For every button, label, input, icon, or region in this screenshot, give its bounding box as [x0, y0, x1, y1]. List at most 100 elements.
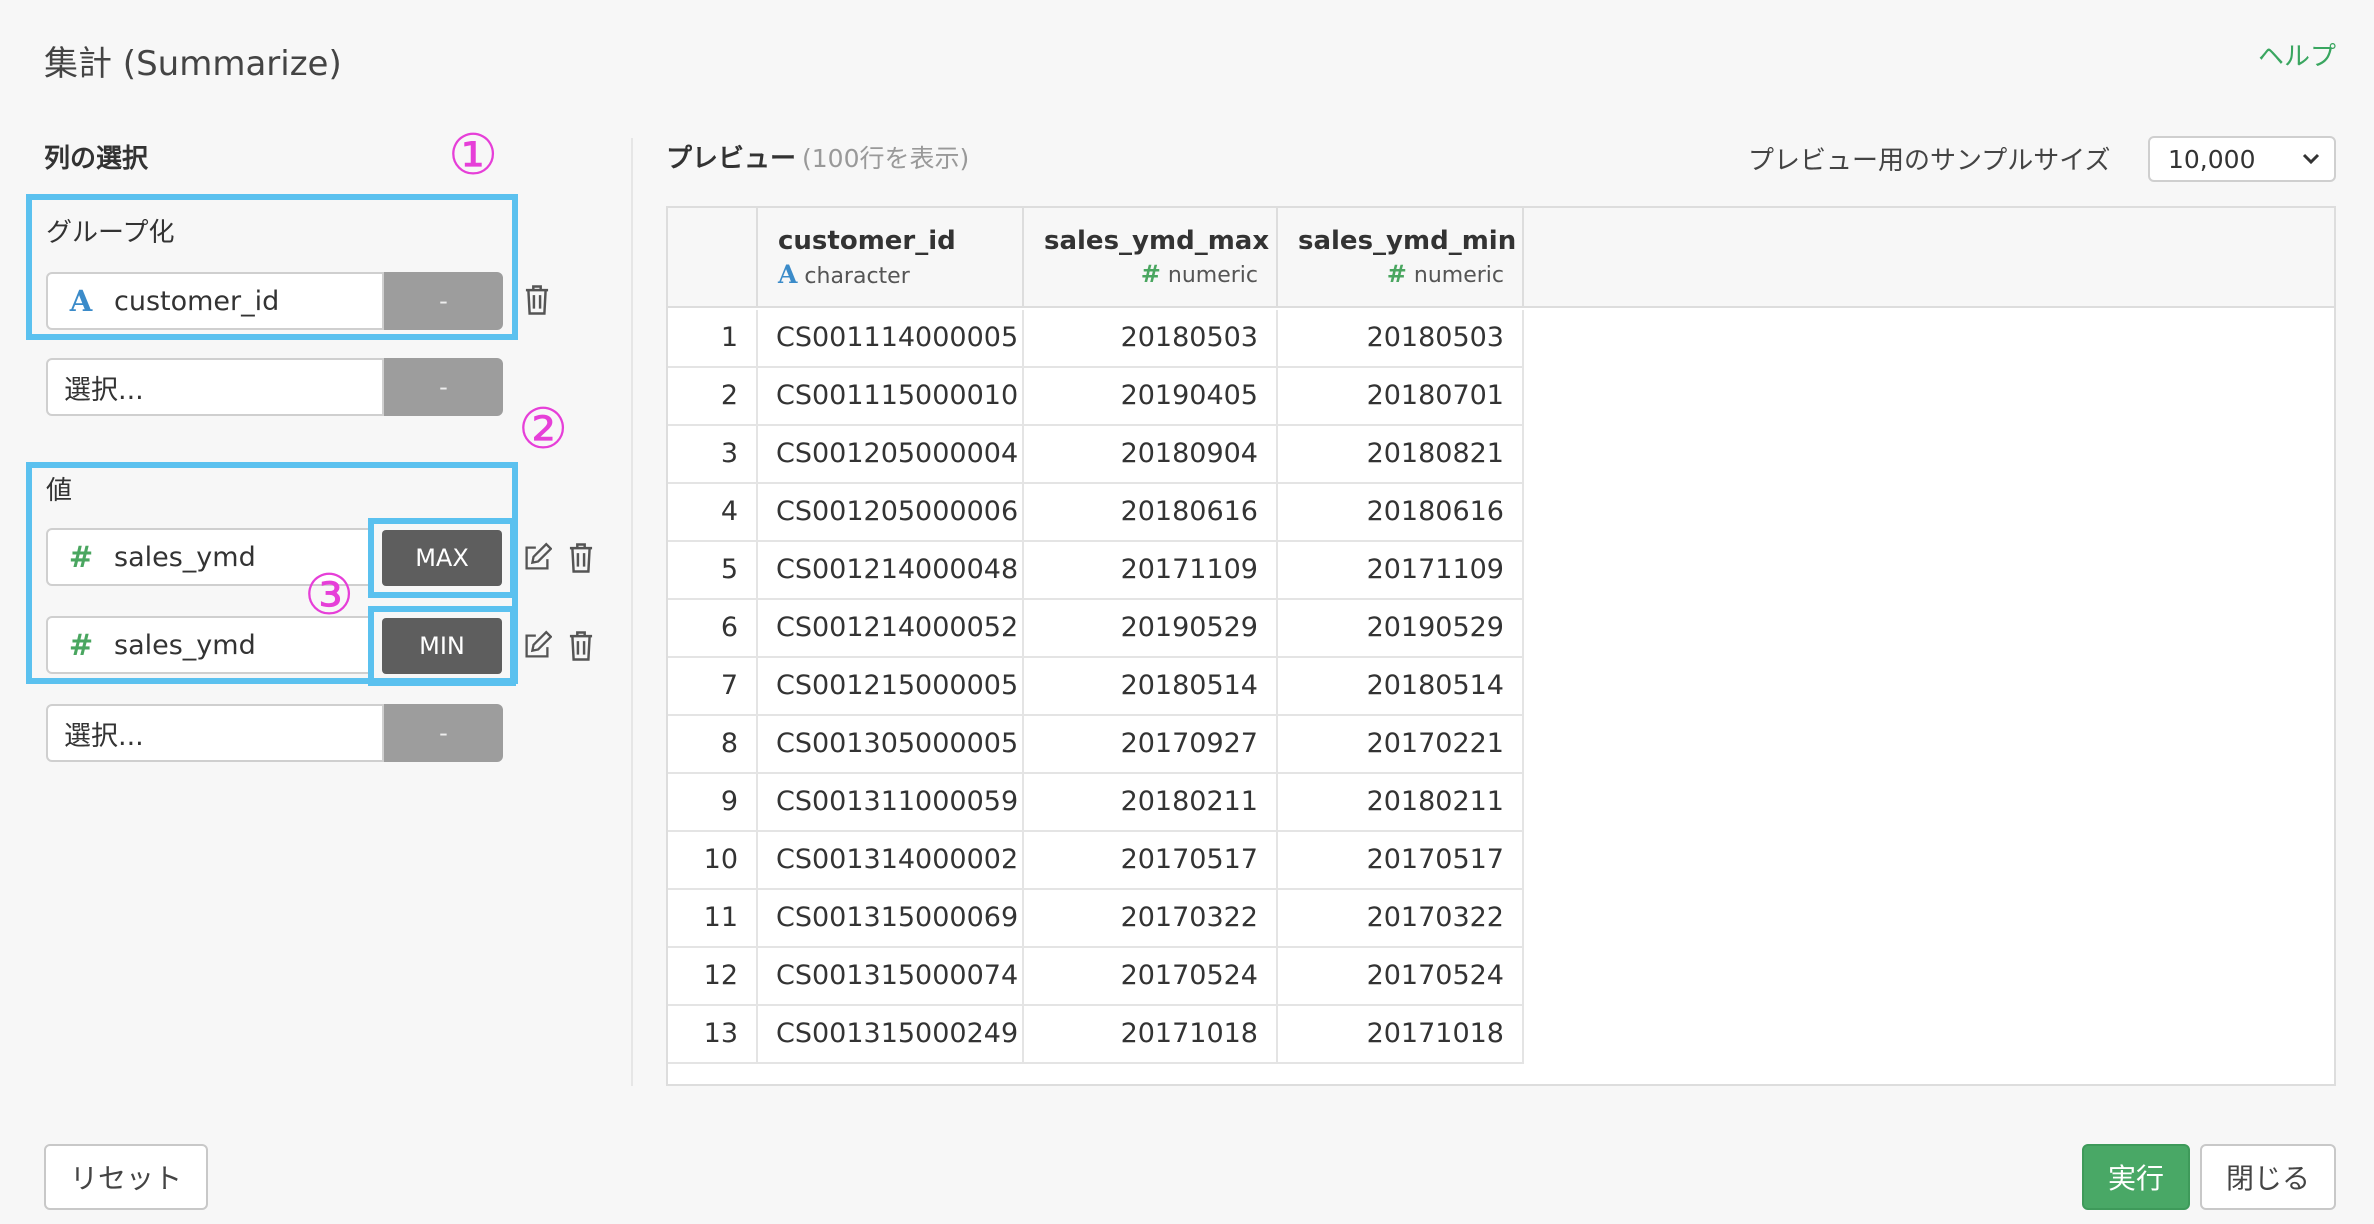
column-type-text: numeric: [1167, 263, 1258, 288]
table-row: 12 CS001315000074 20170524 20170524: [668, 948, 2334, 1006]
table-cell: CS001315000074: [758, 948, 1024, 1006]
table-cell: 20171109: [1278, 542, 1524, 600]
table-cell: CS001311000059: [758, 774, 1024, 832]
value-label: 値: [46, 476, 73, 506]
trash-icon[interactable]: [522, 284, 552, 316]
trash-icon[interactable]: [566, 542, 596, 574]
max-agg-button[interactable]: MAX: [382, 530, 502, 586]
group-field-name: customer_id: [114, 285, 280, 317]
table-cell: 20180701: [1278, 368, 1524, 426]
table-row: 5 CS001214000048 20171109 20171109: [668, 542, 2334, 600]
column-header-customer-id[interactable]: customer_id A character: [758, 208, 1024, 308]
value-placeholder-select[interactable]: 選択...: [46, 704, 384, 762]
row-number-cell: 6: [668, 600, 758, 658]
table-row: 3 CS001205000004 20180904 20180821: [668, 426, 2334, 484]
column-header-sales-ymd-min[interactable]: sales_ymd_min # numeric: [1278, 208, 1524, 308]
group-field-select[interactable]: A customer_id: [46, 272, 384, 330]
annotation-2: ②: [518, 397, 569, 462]
table-row: 13 CS001315000249 20171018 20171018: [668, 1006, 2334, 1064]
table-cell: 20170221: [1278, 716, 1524, 774]
table-cell: CS001114000005: [758, 310, 1024, 368]
table-row: 4 CS001205000006 20180616 20180616: [668, 484, 2334, 542]
row-number-cell: 13: [668, 1006, 758, 1064]
group-placeholder-row: 選択... -: [46, 358, 503, 416]
trash-icon[interactable]: [566, 630, 596, 662]
edit-icon[interactable]: [522, 630, 552, 662]
preview-title-text: プレビュー: [666, 144, 797, 174]
row-number-cell: 11: [668, 890, 758, 948]
table-cell: CS001205000006: [758, 484, 1024, 542]
row-number-header: [668, 208, 758, 308]
group-placeholder-text: 選択...: [64, 374, 144, 406]
column-type: A character: [778, 260, 1004, 289]
table-row: 1 CS001114000005 20180503 20180503: [668, 310, 2334, 368]
table-row: 7 CS001215000005 20180514 20180514: [668, 658, 2334, 716]
value-field-name-1: sales_ymd: [114, 541, 256, 573]
table-cell: 20171018: [1024, 1006, 1278, 1064]
table-cell: 20170322: [1278, 890, 1524, 948]
group-agg-button[interactable]: -: [384, 272, 503, 330]
column-select-title: 列の選択: [44, 144, 149, 174]
table-cell: 20180211: [1024, 774, 1278, 832]
row-number-cell: 2: [668, 368, 758, 426]
value-field-name-2: sales_ymd: [114, 629, 256, 661]
panel-divider: [631, 138, 633, 1086]
column-type: # numeric: [1298, 260, 1504, 288]
group-placeholder-button[interactable]: -: [384, 358, 503, 416]
annotation-1: ①: [448, 123, 499, 188]
table-cell: CS001314000002: [758, 832, 1024, 890]
sample-size-value: 10,000: [2168, 144, 2256, 174]
table-cell: 20171018: [1278, 1006, 1524, 1064]
dialog-title: 集計 (Summarize): [44, 44, 342, 84]
sample-size-select[interactable]: 10,000: [2148, 136, 2336, 182]
edit-icon[interactable]: [522, 542, 552, 574]
table-cell: CS001215000005: [758, 658, 1024, 716]
table-cell: 20180821: [1278, 426, 1524, 484]
table-cell: 20190529: [1278, 600, 1524, 658]
row-number-cell: 8: [668, 716, 758, 774]
table-cell: 20180514: [1278, 658, 1524, 716]
numeric-type-icon: #: [1386, 260, 1407, 288]
row-number-cell: 10: [668, 832, 758, 890]
value-placeholder-button[interactable]: -: [384, 704, 503, 762]
value-field-row-2: # sales_ymd: [46, 616, 372, 674]
table-cell: 20170322: [1024, 890, 1278, 948]
preview-title: プレビュー (100行を表示): [666, 138, 969, 175]
row-number-cell: 12: [668, 948, 758, 1006]
help-link[interactable]: ヘルプ: [2258, 36, 2336, 73]
table-cell: CS001315000069: [758, 890, 1024, 948]
value-field-select-2[interactable]: # sales_ymd: [46, 616, 372, 674]
preview-table: customer_id A character sales_ymd_max # …: [666, 206, 2336, 1086]
table-row: 10 CS001314000002 20170517 20170517: [668, 832, 2334, 890]
character-type-icon: A: [778, 260, 798, 289]
close-button[interactable]: 閉じる: [2200, 1144, 2336, 1210]
table-cell: 20171109: [1024, 542, 1278, 600]
run-button[interactable]: 実行: [2082, 1144, 2190, 1210]
table-cell: 20180616: [1278, 484, 1524, 542]
column-name: sales_ymd_min: [1298, 226, 1517, 256]
table-cell: CS001115000010: [758, 368, 1024, 426]
sample-size-label: プレビュー用のサンプルサイズ: [1748, 146, 2111, 176]
group-label: グループ化: [46, 218, 175, 248]
table-cell: 20170524: [1278, 948, 1524, 1006]
table-row: 2 CS001115000010 20190405 20180701: [668, 368, 2334, 426]
column-name: customer_id: [778, 226, 956, 256]
table-row: 8 CS001305000005 20170927 20170221: [668, 716, 2334, 774]
group-placeholder-select[interactable]: 選択...: [46, 358, 384, 416]
value-placeholder-text: 選択...: [64, 720, 144, 752]
column-type-text: numeric: [1413, 263, 1504, 288]
min-agg-button[interactable]: MIN: [382, 618, 502, 674]
row-number-cell: 5: [668, 542, 758, 600]
table-cell: CS001214000052: [758, 600, 1024, 658]
table-cell: 20170524: [1024, 948, 1278, 1006]
reset-button[interactable]: リセット: [44, 1144, 208, 1210]
column-header-sales-ymd-max[interactable]: sales_ymd_max # numeric: [1024, 208, 1278, 308]
table-cell: 20180904: [1024, 426, 1278, 484]
column-name: sales_ymd_max: [1044, 226, 1270, 256]
group-field-row: A customer_id -: [46, 272, 503, 330]
preview-row-count: (100行を表示): [802, 144, 970, 173]
row-number-cell: 4: [668, 484, 758, 542]
table-row: 11 CS001315000069 20170322 20170322: [668, 890, 2334, 948]
numeric-type-icon: #: [1140, 260, 1161, 288]
table-row: 9 CS001311000059 20180211 20180211: [668, 774, 2334, 832]
